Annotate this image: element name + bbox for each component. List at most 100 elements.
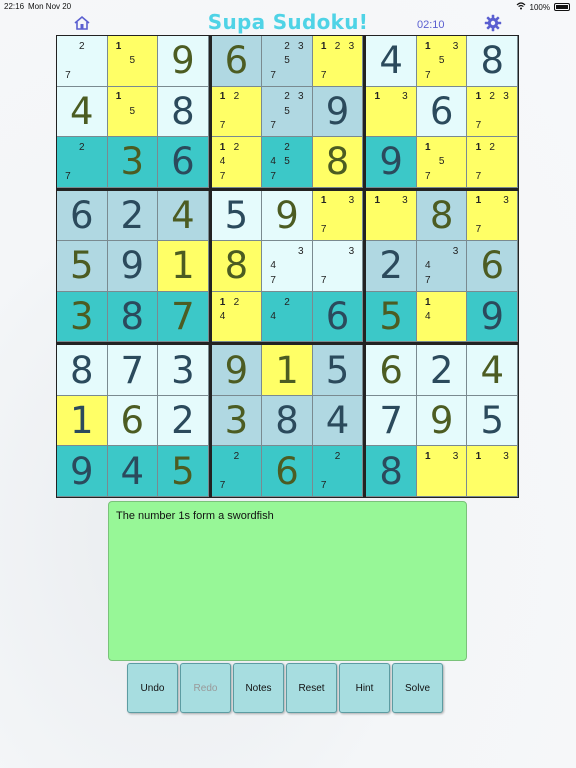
sudoku-cell[interactable]: 2 xyxy=(107,190,159,242)
cell-notes: 37 xyxy=(317,244,359,288)
sudoku-cell[interactable]: 5 xyxy=(467,395,518,447)
sudoku-cell[interactable]: 2357 xyxy=(262,86,313,138)
sudoku-cell[interactable]: 1 3 7 xyxy=(467,190,518,242)
sudoku-cell[interactable]: 15 xyxy=(107,36,159,87)
sudoku-cell[interactable]: 9 xyxy=(312,86,364,138)
sudoku-cell[interactable]: 6 xyxy=(467,241,518,292)
sudoku-cell[interactable]: 9 xyxy=(366,137,417,188)
sudoku-cell[interactable]: 8 xyxy=(312,137,364,188)
sudoku-cell[interactable]: 8 xyxy=(107,291,159,343)
sudoku-cell[interactable]: 27 xyxy=(57,36,108,87)
sudoku-cell[interactable]: 2 xyxy=(416,345,468,396)
sudoku-cell[interactable]: 24 xyxy=(262,291,313,343)
sudoku-cell[interactable]: 3 xyxy=(158,345,209,396)
sudoku-cell[interactable]: 3 4 7 xyxy=(262,241,313,292)
sudoku-cell[interactable]: 9 xyxy=(57,446,108,497)
sudoku-cell[interactable]: 2 xyxy=(158,395,209,447)
sudoku-cell[interactable]: 2457 xyxy=(262,137,313,188)
sudoku-cell[interactable]: 14 xyxy=(416,291,468,343)
sudoku-cell[interactable]: 6 xyxy=(366,345,417,396)
sudoku-cell[interactable]: 6 xyxy=(107,395,159,447)
sudoku-cell[interactable]: 9 xyxy=(107,241,159,292)
note-empty xyxy=(421,324,435,339)
sudoku-cell[interactable]: 13 xyxy=(366,190,417,242)
sudoku-cell[interactable]: 4 xyxy=(467,345,518,396)
sudoku-cell[interactable]: 3 xyxy=(211,395,263,447)
sudoku-cell[interactable]: 157 xyxy=(416,137,468,188)
sudoku-cell[interactable]: 4 xyxy=(57,86,108,138)
note-digit: 1 xyxy=(475,141,482,153)
sudoku-cell[interactable]: 37 xyxy=(312,241,364,292)
sudoku-cell[interactable]: 6 xyxy=(158,137,209,188)
sudoku-cell[interactable]: 15 xyxy=(107,86,159,138)
sudoku-cell[interactable]: 2 xyxy=(366,241,417,292)
note-empty xyxy=(449,68,463,83)
sudoku-cell[interactable]: 6 xyxy=(211,36,263,87)
sudoku-cell[interactable]: 13 xyxy=(366,86,417,138)
cell-value: 8 xyxy=(120,295,145,339)
sudoku-cell[interactable]: 4 xyxy=(107,446,159,497)
sudoku-cell[interactable]: 27 xyxy=(312,446,364,497)
sudoku-cell[interactable]: 3 xyxy=(107,137,159,188)
sudoku-cell[interactable]: 9 xyxy=(416,395,468,447)
sudoku-cell[interactable]: 5 xyxy=(312,345,364,396)
gear-icon[interactable] xyxy=(484,14,502,32)
sudoku-cell[interactable]: 8 xyxy=(211,241,263,292)
sudoku-cell[interactable]: 1 xyxy=(158,241,209,292)
sudoku-cell[interactable]: 2357 xyxy=(262,36,313,87)
sudoku-cell[interactable]: 9 xyxy=(211,345,263,396)
sudoku-cell[interactable]: 7 xyxy=(366,395,417,447)
note-empty xyxy=(384,223,398,238)
sudoku-cell[interactable]: 5 xyxy=(57,241,108,292)
notes-button[interactable]: Notes xyxy=(233,663,284,713)
note-empty xyxy=(266,324,280,339)
sudoku-cell[interactable]: 1 357 xyxy=(416,36,468,87)
sudoku-cell[interactable]: 8 xyxy=(262,395,313,447)
sudoku-cell[interactable]: 27 xyxy=(211,446,263,497)
undo-button[interactable]: Undo xyxy=(127,663,178,713)
sudoku-cell[interactable]: 4 xyxy=(366,36,417,87)
sudoku-cell[interactable]: 3 xyxy=(57,291,108,343)
sudoku-cell[interactable]: 27 xyxy=(57,137,108,188)
sudoku-cell[interactable]: 8 xyxy=(158,86,209,138)
note-empty xyxy=(485,169,499,184)
reset-button[interactable]: Reset xyxy=(286,663,337,713)
sudoku-cell[interactable]: 8 xyxy=(366,446,417,497)
sudoku-cell[interactable]: 5 xyxy=(211,190,263,242)
sudoku-cell[interactable]: 13 xyxy=(416,446,468,497)
sudoku-cell[interactable]: 124 7 xyxy=(211,137,263,188)
sudoku-cell[interactable]: 8 xyxy=(467,36,518,87)
sudoku-cell[interactable]: 8 xyxy=(416,190,468,242)
sudoku-cell[interactable]: 123 7 xyxy=(312,36,364,87)
hint-button[interactable]: Hint xyxy=(339,663,390,713)
sudoku-cell[interactable]: 8 xyxy=(57,345,108,396)
sudoku-cell[interactable]: 4 xyxy=(158,190,209,242)
sudoku-cell[interactable]: 1 xyxy=(57,395,108,447)
sudoku-cell[interactable]: 123 7 xyxy=(467,86,518,138)
solve-button[interactable]: Solve xyxy=(392,663,443,713)
sudoku-cell[interactable]: 7 xyxy=(158,291,209,343)
sudoku-cell[interactable]: 6 xyxy=(312,291,364,343)
sudoku-cell[interactable]: 1 3 7 xyxy=(312,190,364,242)
sudoku-cell[interactable]: 12 7 xyxy=(211,86,263,138)
sudoku-cell[interactable]: 13 xyxy=(467,446,518,497)
sudoku-cell[interactable]: 7 xyxy=(107,345,159,396)
sudoku-cell[interactable]: 9 xyxy=(262,190,313,242)
sudoku-cell[interactable]: 6 xyxy=(262,446,313,497)
sudoku-cell[interactable]: 12 7 xyxy=(467,137,518,188)
redo-button[interactable]: Redo xyxy=(180,663,231,713)
note-digit: 2 xyxy=(334,40,341,52)
sudoku-cell[interactable]: 5 xyxy=(158,446,209,497)
sudoku-cell[interactable]: 124 xyxy=(211,291,263,343)
sudoku-cell[interactable]: 9 xyxy=(467,291,518,343)
sudoku-cell[interactable]: 6 xyxy=(416,86,468,138)
sudoku-cell[interactable]: 1 xyxy=(262,345,313,396)
sudoku-cell[interactable]: 5 xyxy=(366,291,417,343)
sudoku-cell[interactable]: 3 4 7 xyxy=(416,241,468,292)
sudoku-cell[interactable]: 4 xyxy=(312,395,364,447)
note-digit: 2 xyxy=(78,141,85,153)
sudoku-cell[interactable]: 6 xyxy=(57,190,108,242)
note-empty xyxy=(331,464,345,479)
sudoku-cell[interactable]: 9 xyxy=(158,36,209,87)
note-digit: 7 xyxy=(65,69,71,81)
